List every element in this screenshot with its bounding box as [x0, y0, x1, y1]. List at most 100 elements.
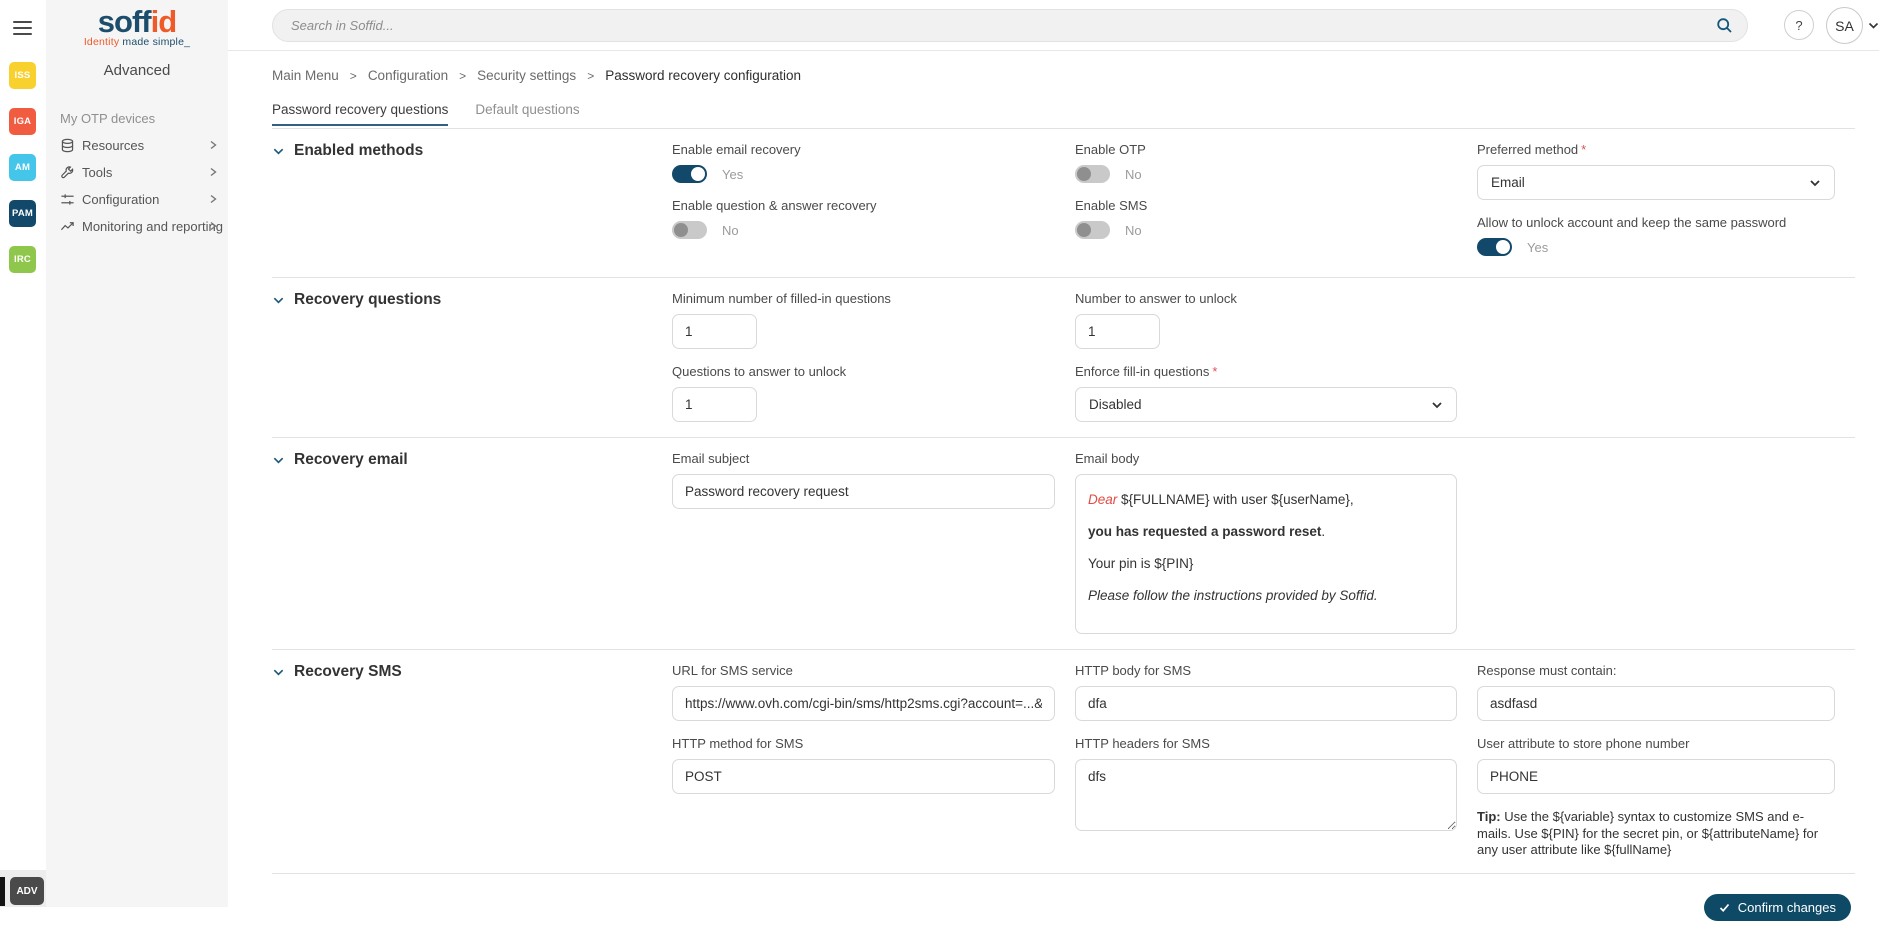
breadcrumb-configuration[interactable]: Configuration: [368, 68, 448, 83]
enable-sms-toggle[interactable]: [1075, 221, 1110, 239]
sms-http-method-input[interactable]: [672, 759, 1055, 794]
field-label: Enable email recovery: [672, 142, 1055, 157]
email-body-editor[interactable]: Dear ${FULLNAME} with user ${userName}, …: [1075, 474, 1457, 634]
sidebar: soffid Identity made simple_ Advanced My…: [46, 0, 228, 907]
field-label: Preferred method*: [1477, 142, 1835, 157]
section-header-recovery-sms[interactable]: Recovery SMS: [272, 663, 652, 681]
module-iss-button[interactable]: ISS: [9, 62, 36, 89]
field-enable-sms: Enable SMS No: [1075, 198, 1457, 239]
tab-default-questions[interactable]: Default questions: [475, 102, 579, 126]
number-to-answer-input[interactable]: [1075, 314, 1160, 349]
search-input[interactable]: [273, 10, 1716, 41]
confirm-changes-button[interactable]: Confirm changes: [1704, 894, 1851, 921]
section-recovery-sms: Recovery SMS URL for SMS service HTTP me…: [272, 649, 1855, 874]
help-button[interactable]: ?: [1784, 10, 1814, 40]
soffid-logo[interactable]: soffid Identity made simple_: [46, 0, 228, 48]
tab-password-recovery-questions[interactable]: Password recovery questions: [272, 102, 448, 126]
select-value: Disabled: [1089, 397, 1142, 412]
toggle-state-label: No: [1125, 167, 1142, 182]
chevron-right-icon: [207, 193, 219, 205]
section-recovery-questions: Recovery questions Minimum number of fil…: [272, 277, 1855, 437]
chevron-down-icon[interactable]: [1867, 19, 1879, 32]
field-label: Allow to unlock account and keep the sam…: [1477, 215, 1835, 230]
field-label: Response must contain:: [1477, 663, 1835, 678]
breadcrumb-main-menu[interactable]: Main Menu: [272, 68, 339, 83]
field-email-subject: Email subject: [672, 451, 1055, 509]
field-enable-qa-recovery: Enable question & answer recovery No: [672, 198, 1055, 239]
required-mark: *: [1581, 142, 1586, 157]
sms-url-input[interactable]: [672, 686, 1055, 721]
line-chart-icon: [60, 219, 82, 234]
field-phone-attribute: User attribute to store phone number: [1477, 736, 1835, 794]
chevron-down-icon: [272, 666, 285, 679]
field-label: Minimum number of filled-in questions: [672, 291, 1055, 306]
section-recovery-email: Recovery email Email subject Email body …: [272, 437, 1855, 649]
module-pam-button[interactable]: PAM: [9, 200, 36, 227]
field-questions-to-answer: Questions to answer to unlock: [672, 364, 1055, 422]
sidebar-item-resources[interactable]: Resources: [46, 132, 228, 159]
field-label: Enable SMS: [1075, 198, 1457, 213]
search-icon[interactable]: [1716, 17, 1733, 34]
field-label: Enable question & answer recovery: [672, 198, 1055, 213]
sms-response-input[interactable]: [1477, 686, 1835, 721]
sms-http-headers-textarea[interactable]: dfs: [1075, 759, 1457, 831]
module-am-button[interactable]: AM: [9, 154, 36, 181]
settings-form: Enabled methods Enable email recovery Ye…: [272, 128, 1855, 874]
logo-text-primary: soff: [98, 4, 151, 39]
chevron-down-icon: [1431, 399, 1443, 411]
questions-to-answer-input[interactable]: [672, 387, 757, 422]
module-irc-button[interactable]: IRC: [9, 246, 36, 273]
tab-bar: Password recovery questions Default ques…: [272, 102, 1879, 126]
chevron-right-icon: [207, 166, 219, 178]
sidebar-item-my-otp-devices[interactable]: My OTP devices: [46, 105, 228, 132]
hamburger-menu-icon[interactable]: [13, 21, 32, 35]
sidebar-item-configuration[interactable]: Configuration: [46, 186, 228, 213]
section-enabled-methods: Enabled methods Enable email recovery Ye…: [272, 128, 1855, 277]
min-filled-questions-input[interactable]: [672, 314, 757, 349]
sidebar-item-label: Tools: [82, 165, 112, 180]
field-enforce-fill-in: Enforce fill-in questions* Disabled: [1075, 364, 1457, 422]
chevron-down-icon: [272, 454, 285, 467]
field-sms-response-contains: Response must contain:: [1477, 663, 1835, 721]
user-avatar[interactable]: SA: [1826, 7, 1863, 44]
field-enable-email-recovery: Enable email recovery Yes: [672, 142, 1055, 183]
breadcrumb-security-settings[interactable]: Security settings: [477, 68, 576, 83]
section-header-recovery-questions[interactable]: Recovery questions: [272, 291, 652, 309]
breadcrumb-current: Password recovery configuration: [605, 68, 801, 83]
email-subject-input[interactable]: [672, 474, 1055, 509]
phone-attribute-input[interactable]: [1477, 759, 1835, 794]
field-sms-http-body: HTTP body for SMS: [1075, 663, 1457, 721]
section-header-enabled-methods[interactable]: Enabled methods: [272, 142, 652, 160]
breadcrumb: Main Menu > Configuration > Security set…: [272, 68, 1879, 83]
field-label: Email subject: [672, 451, 1055, 466]
check-icon: [1719, 902, 1730, 913]
enforce-fill-in-select[interactable]: Disabled: [1075, 387, 1457, 422]
breadcrumb-separator: >: [459, 69, 466, 83]
field-enable-otp: Enable OTP No: [1075, 142, 1457, 183]
field-label: User attribute to store phone number: [1477, 736, 1835, 751]
field-sms-http-method: HTTP method for SMS: [672, 736, 1055, 794]
field-label: Enable OTP: [1075, 142, 1457, 157]
sidebar-item-monitoring-and-reporting[interactable]: Monitoring and reporting: [46, 213, 228, 240]
select-value: Email: [1491, 175, 1525, 190]
allow-unlock-toggle[interactable]: [1477, 238, 1512, 256]
sms-http-body-input[interactable]: [1075, 686, 1457, 721]
chevron-down-icon: [272, 294, 285, 307]
password-recovery-configuration-page: ISS IGA AM PAM IRC ADV soffid Identity m…: [0, 0, 1879, 929]
enable-qa-recovery-toggle[interactable]: [672, 221, 707, 239]
sidebar-item-label: Resources: [82, 138, 144, 153]
enable-otp-toggle[interactable]: [1075, 165, 1110, 183]
module-rail: ISS IGA AM PAM IRC ADV: [0, 0, 46, 929]
field-label: HTTP body for SMS: [1075, 663, 1457, 678]
database-icon: [60, 138, 82, 153]
preferred-method-select[interactable]: Email: [1477, 165, 1835, 200]
enable-email-recovery-toggle[interactable]: [672, 165, 707, 183]
field-label: Number to answer to unlock: [1075, 291, 1457, 306]
module-adv-button[interactable]: ADV: [10, 877, 44, 905]
top-bar: ? SA: [228, 0, 1879, 51]
section-header-recovery-email[interactable]: Recovery email: [272, 451, 652, 469]
sidebar-item-tools[interactable]: Tools: [46, 159, 228, 186]
module-iga-button[interactable]: IGA: [9, 108, 36, 135]
chevron-down-icon: [272, 145, 285, 158]
field-min-filled-questions: Minimum number of filled-in questions: [672, 291, 1055, 349]
